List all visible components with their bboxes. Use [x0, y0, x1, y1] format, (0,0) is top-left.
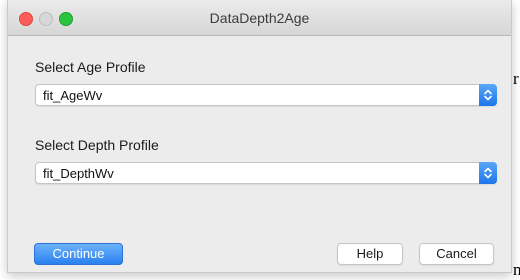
chevron-up-down-icon[interactable] [479, 162, 497, 184]
help-button[interactable]: Help [337, 243, 403, 265]
age-profile-select[interactable]: fit_AgeWv [35, 84, 497, 106]
age-profile-label: Select Age Profile [35, 59, 146, 75]
depth-profile-label: Select Depth Profile [35, 137, 159, 153]
depth-profile-select[interactable]: fit_DepthWv [35, 162, 497, 184]
title-bar[interactable]: DataDepth2Age [8, 0, 511, 36]
cancel-button[interactable]: Cancel [419, 243, 494, 265]
chevron-up-down-icon[interactable] [479, 84, 497, 106]
age-profile-value: fit_AgeWv [43, 88, 103, 103]
dialog-window: DataDepth2Age Select Age Profile fit_Age… [7, 0, 512, 273]
background-text-fragment: r [513, 69, 519, 88]
depth-profile-value: fit_DepthWv [43, 166, 114, 181]
background-text-fragment: n [513, 260, 520, 279]
continue-button[interactable]: Continue [34, 243, 123, 265]
window-title: DataDepth2Age [209, 10, 310, 26]
